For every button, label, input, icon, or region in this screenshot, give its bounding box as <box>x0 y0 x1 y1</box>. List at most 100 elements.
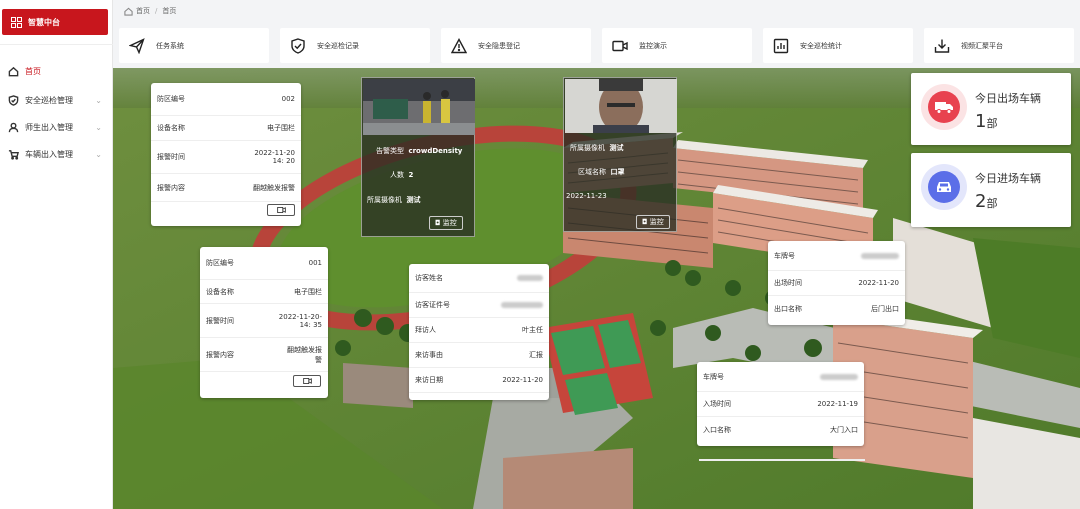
field-value: 翻越触发报警 <box>253 183 295 192</box>
vehicle-row: 车牌号 <box>768 241 905 271</box>
toolbar-label: 安全巡检记录 <box>317 41 359 50</box>
camera-name-line: 所属摄像机 测试 <box>570 143 623 153</box>
home-icon <box>124 7 133 16</box>
sidebar-item-label: 师生出入管理 <box>25 122 73 132</box>
field-value: 大门入口 <box>830 425 858 434</box>
breadcrumb: 首页 / 首页 <box>124 5 176 17</box>
field-label: 来访日期 <box>415 376 443 384</box>
field-label: 报警内容 <box>206 350 234 359</box>
field-value: 001 <box>308 259 322 267</box>
sidebar-item-label: 首页 <box>25 66 41 76</box>
field-label: 防区编号 <box>206 259 234 267</box>
sidebar-item-home[interactable]: 首页 <box>0 62 113 80</box>
field-value: 2022-11-20 14: 20 <box>254 149 295 165</box>
stat-value: 2部 <box>975 191 997 212</box>
video-button[interactable] <box>293 375 321 387</box>
field-value: 翻越触发报 警 <box>287 345 322 364</box>
field-value: 叶主任 <box>522 326 543 334</box>
toolbar-inspection-record-button[interactable]: 安全巡检记录 <box>280 28 430 63</box>
field-label: 区域名称 <box>578 168 606 176</box>
cart-icon <box>8 149 19 160</box>
redacted-value <box>517 275 543 281</box>
field-label: 报警时间 <box>206 316 234 325</box>
camera-alert-card: 告警类型 crowdDensity 人数 2 所属摄像机 测试 ◘ 监控 <box>361 77 475 237</box>
visitor-row: 访客姓名 <box>409 264 549 293</box>
shield-icon <box>8 94 19 106</box>
field-label: 告警类型 <box>376 147 404 155</box>
field-value: 汇报 <box>529 351 543 359</box>
chevron-down-icon: ⌄ <box>95 95 102 105</box>
stat-number: 2 <box>975 191 987 212</box>
warning-icon <box>451 37 467 53</box>
video-icon <box>302 378 312 384</box>
redacted-value <box>501 302 543 308</box>
home-icon <box>8 66 19 76</box>
field-value: 2022-11-20 <box>858 279 899 287</box>
user-icon <box>8 122 19 132</box>
field-value: crowdDensity <box>408 147 463 155</box>
field-label: 设备名称 <box>206 287 234 296</box>
camera-snapshot <box>363 79 475 135</box>
redacted-value <box>861 252 899 259</box>
stat-value: 1部 <box>975 111 997 132</box>
alarm-row: 报警内容 翻越触发报警 <box>151 174 301 202</box>
field-label: 设备名称 <box>157 124 185 132</box>
stat-title: 今日出场车辆 <box>975 92 1041 105</box>
toolbar-inspection-stats-button[interactable]: 安全巡检统计 <box>763 28 913 63</box>
sidebar-item-vehicle-access[interactable]: 车辆出入管理 ⌄ <box>0 145 113 163</box>
sidebar-item-security-inspection[interactable]: 安全巡检管理 ⌄ <box>0 91 113 109</box>
car-icon <box>928 171 960 203</box>
stat-title: 今日进场车辆 <box>975 172 1041 185</box>
video-icon <box>612 40 628 51</box>
sidebar-item-people-access[interactable]: 师生出入管理 ⌄ <box>0 118 113 136</box>
video-button[interactable] <box>267 204 295 216</box>
field-label: 所属摄像机 <box>570 144 605 152</box>
visitor-card: 访客姓名 访客证件号 拜访人 叶主任 来访事由 汇报 来访日期 2022-11-20 <box>409 264 549 400</box>
sidebar-item-label: 安全巡检管理 <box>25 95 73 105</box>
field-label: 入口名称 <box>703 425 731 434</box>
alarm-row: 报警内容 翻越触发报 警 <box>200 338 328 372</box>
vehicle-row: 入口名称 大门入口 <box>697 417 864 442</box>
today-entry-vehicles-stat: 今日进场车辆 2部 <box>911 153 1071 227</box>
toolbar-hazard-register-button[interactable]: 安全隐患登记 <box>441 28 591 63</box>
field-value: 2 <box>408 171 414 179</box>
toolbar-monitor-demo-button[interactable]: 监控演示 <box>602 28 752 63</box>
button-label: 监控 <box>649 218 664 226</box>
field-value: 2022-11-19 <box>817 400 858 408</box>
alarm-row: 设备名称 电子围栏 <box>151 116 301 141</box>
grid-icon <box>11 16 22 28</box>
monitor-button[interactable]: ◘ 监控 <box>429 216 463 230</box>
campus-3d-map[interactable]: 防区编号 002 设备名称 电子围栏 报警时间 2022-11-20 14: 20 报… <box>113 68 1080 509</box>
card-divider <box>699 459 865 461</box>
camera-alert-card: 所属摄像机 测试 区域名称 口罩 2022-11-23 ◘ 监控 <box>563 77 677 232</box>
alert-date-line: 2022-11-23 <box>566 192 607 200</box>
field-value: 后门出口 <box>871 304 899 313</box>
toolbar-task-system-button[interactable]: 任务系统 <box>119 28 269 63</box>
camera-name-line: 所属摄像机 测试 <box>367 195 420 205</box>
toolbar-label: 安全巡检统计 <box>800 41 842 50</box>
breadcrumb-home[interactable]: 首页 <box>136 6 150 16</box>
chevron-down-icon: ⌄ <box>95 149 102 159</box>
app-logo-button[interactable]: 智慧中台 <box>2 9 108 35</box>
field-value: 2022-11-23 <box>566 192 607 200</box>
today-exit-vehicles-stat: 今日出场车辆 1部 <box>911 73 1071 145</box>
stat-unit: 部 <box>986 197 998 210</box>
download-icon <box>934 39 950 53</box>
field-label: 防区编号 <box>157 95 185 103</box>
alarm-row: 防区编号 001 <box>200 247 328 280</box>
field-value: 2022-11-20- 14: 35 <box>278 312 322 329</box>
visitor-row: 来访事由 汇报 <box>409 343 549 368</box>
monitor-button[interactable]: ◘ 监控 <box>636 215 670 229</box>
toolbar-label: 视频汇聚平台 <box>961 41 1003 50</box>
field-label: 访客证件号 <box>415 301 450 309</box>
alarm-row: 设备名称 电子围栏 <box>200 280 328 304</box>
shield-check-icon <box>291 37 305 54</box>
vehicle-entry-card: 车牌号 入场时间 2022-11-19 入口名称 大门入口 <box>697 362 864 446</box>
vehicle-row: 入场时间 2022-11-19 <box>697 392 864 417</box>
video-icon <box>276 207 286 213</box>
vehicle-exit-card: 车牌号 出场时间 2022-11-20 出口名称 后门出口 <box>768 241 905 325</box>
toolbar-video-platform-button[interactable]: 视频汇聚平台 <box>924 28 1074 63</box>
alarm-card: 防区编号 001 设备名称 电子围栏 报警时间 2022-11-20- 14: 35 … <box>200 247 328 398</box>
vehicle-row: 出场时间 2022-11-20 <box>768 271 905 296</box>
toolbar-label: 安全隐患登记 <box>478 41 520 50</box>
